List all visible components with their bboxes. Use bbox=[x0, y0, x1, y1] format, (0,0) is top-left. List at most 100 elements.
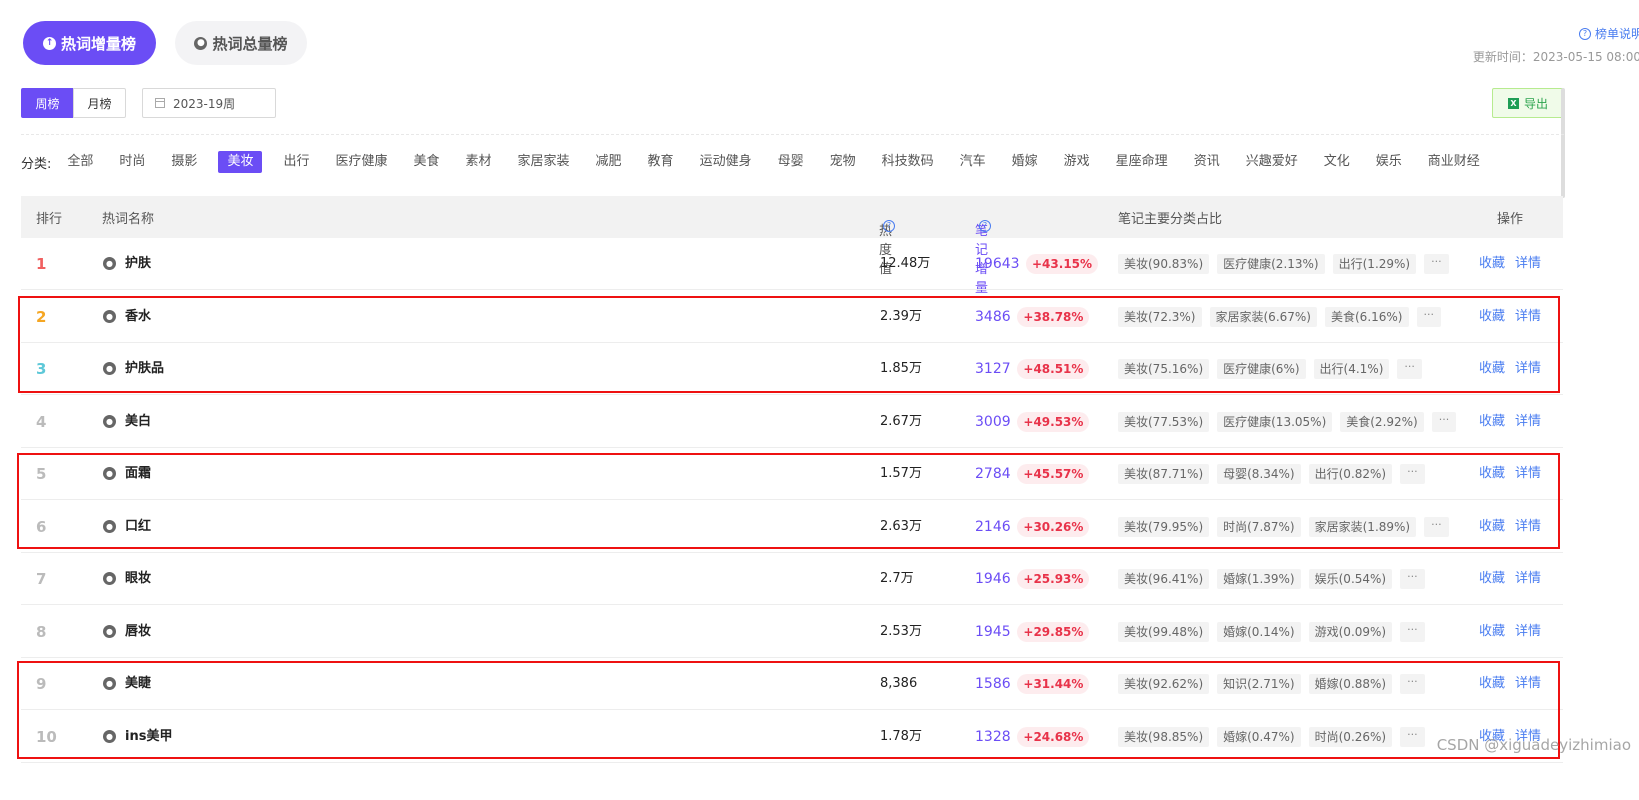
category-share-list: 美妆(90.83%) 医疗健康(2.13%) 出行(1.29%) ··· bbox=[1118, 254, 1449, 274]
category-item[interactable]: 摄影 bbox=[166, 151, 202, 173]
more-tags-button[interactable]: ··· bbox=[1431, 411, 1457, 432]
category-share-tag: 出行(1.29%) bbox=[1332, 254, 1417, 274]
category-share-tag: 美食(2.92%) bbox=[1340, 411, 1424, 432]
category-share-list: 美妆(77.53%) 医疗健康(13.05%) 美食(2.92%) ··· bbox=[1118, 411, 1457, 432]
table-row: 4 ● 美白 2.67万 3009 +49.53% 美妆(77.53%) 医疗健康(13.05… bbox=[21, 396, 1563, 448]
calendar-icon bbox=[155, 98, 165, 108]
increment-value: 1946 bbox=[975, 571, 1011, 587]
category-share-tag: 医疗健康(2.13%) bbox=[1217, 254, 1325, 274]
export-button[interactable]: X 导出 bbox=[1492, 88, 1564, 118]
category-share-tag: 美妆(99.48%) bbox=[1118, 621, 1210, 642]
category-share-tag: 婚嫁(1.39%) bbox=[1217, 569, 1301, 589]
category-item[interactable]: 婚嫁 bbox=[1007, 151, 1043, 173]
rank-number: 8 bbox=[36, 622, 47, 641]
category-label: 分类: bbox=[21, 156, 52, 172]
header-rank: 排行 bbox=[36, 212, 63, 227]
divider bbox=[21, 134, 1564, 135]
category-item[interactable]: 文化 bbox=[1319, 151, 1355, 173]
detail-button[interactable]: 详情 bbox=[1515, 606, 1541, 658]
more-tags-button[interactable]: ··· bbox=[1400, 621, 1425, 642]
export-label: 导出 bbox=[1523, 96, 1548, 111]
keyword-link[interactable]: 护肤 bbox=[125, 238, 151, 290]
table-row: 8 ● 唇妆 2.53万 1945 +29.85% 美妆(99.48%) 婚嫁(0.14%) 游… bbox=[21, 606, 1563, 658]
category-item[interactable]: 教育 bbox=[643, 151, 679, 173]
category-item[interactable]: 美食 bbox=[408, 151, 444, 173]
highlight-box bbox=[17, 453, 1560, 549]
more-tags-button[interactable]: ··· bbox=[1424, 254, 1449, 274]
category-share-list: 美妆(96.41%) 婚嫁(1.39%) 娱乐(0.54%) ··· bbox=[1118, 569, 1425, 589]
category-item[interactable]: 游戏 bbox=[1059, 151, 1095, 173]
heat-value: 2.53万 bbox=[880, 623, 922, 639]
increment-value: 1945 bbox=[975, 623, 1011, 640]
table-header: 排行 热词名称 热度值? 笔记增量? 笔记主要分类占比 操作 bbox=[21, 196, 1563, 296]
header-action: 操作 bbox=[1497, 212, 1524, 227]
heat-value: 2.67万 bbox=[880, 413, 922, 429]
category-item[interactable]: 全部 bbox=[62, 151, 98, 173]
rank-number: 4 bbox=[36, 412, 47, 431]
category-item[interactable]: 医疗健康 bbox=[330, 151, 392, 173]
scrollbar-thumb[interactable] bbox=[1561, 88, 1565, 198]
increment-value: 19643 bbox=[975, 256, 1020, 272]
category-share-tag: 医疗健康(13.05%) bbox=[1217, 411, 1333, 432]
question-icon: ? bbox=[883, 220, 895, 232]
table-row: 1 ● 护肤 12.48万 19643 +43.15% 美妆(90.83%) 医疗健康(2.1… bbox=[21, 238, 1563, 290]
tab-hot-total[interactable]: ● 热词总量榜 bbox=[175, 21, 307, 65]
more-tags-button[interactable]: ··· bbox=[1400, 569, 1425, 589]
category-item[interactable]: 资讯 bbox=[1189, 151, 1225, 173]
explain-label: 榜单说明 bbox=[1594, 27, 1639, 41]
update-time: 更新时间：2023-05-15 08:00 bbox=[1472, 50, 1639, 64]
category-item[interactable]: 宠物 bbox=[825, 151, 861, 173]
keyword-link[interactable]: 眼妆 bbox=[125, 553, 151, 605]
category-item[interactable]: 出行 bbox=[278, 151, 314, 173]
category-share-tag: 娱乐(0.54%) bbox=[1308, 569, 1393, 589]
category-share-tag: 游戏(0.09%) bbox=[1308, 621, 1393, 642]
category-item[interactable]: 时尚 bbox=[114, 151, 150, 173]
growth-badge: +29.85% bbox=[1017, 621, 1090, 642]
category-item[interactable]: 星座命理 bbox=[1111, 151, 1173, 173]
highlight-box bbox=[17, 661, 1560, 759]
category-item[interactable]: 美妆 bbox=[218, 151, 263, 173]
rank-number: 7 bbox=[36, 570, 47, 588]
tab-hot-increment[interactable]: ↑ 热词增量榜 bbox=[23, 21, 156, 65]
category-item[interactable]: 娱乐 bbox=[1371, 151, 1407, 173]
category-item[interactable]: 家居家装 bbox=[513, 151, 575, 173]
category-item[interactable]: 汽车 bbox=[955, 151, 991, 173]
keyword-link[interactable]: 美白 bbox=[125, 396, 151, 448]
highlight-box bbox=[18, 296, 1560, 393]
week-toggle-button[interactable]: 周榜 bbox=[21, 88, 74, 118]
category-item[interactable]: 母婴 bbox=[773, 151, 809, 173]
ranking-explain-link[interactable]: ? 榜单说明 bbox=[1578, 25, 1639, 42]
question-icon: ? bbox=[979, 220, 991, 232]
detail-button[interactable]: 详情 bbox=[1515, 238, 1541, 290]
header-share: 笔记主要分类占比 bbox=[1118, 212, 1223, 227]
category-item[interactable]: 素材 bbox=[461, 151, 497, 173]
detail-button[interactable]: 详情 bbox=[1515, 396, 1541, 448]
favorite-button[interactable]: 收藏 bbox=[1479, 553, 1505, 605]
excel-icon: X bbox=[1507, 97, 1519, 109]
category-share-list: 美妆(99.48%) 婚嫁(0.14%) 游戏(0.09%) ··· bbox=[1118, 621, 1425, 642]
flame-icon: ● bbox=[103, 624, 116, 638]
category-share-tag: 婚嫁(0.14%) bbox=[1217, 621, 1301, 642]
detail-button[interactable]: 详情 bbox=[1515, 553, 1541, 605]
flame-icon: ● bbox=[103, 257, 116, 270]
flame-icon: ● bbox=[103, 572, 116, 585]
keyword-link[interactable]: 唇妆 bbox=[125, 606, 151, 658]
category-item[interactable]: 运动健身 bbox=[695, 151, 757, 173]
growth-badge: +43.15% bbox=[1026, 254, 1099, 274]
flame-icon: ● bbox=[103, 414, 116, 428]
category-item[interactable]: 科技数码 bbox=[877, 151, 939, 173]
week-picker[interactable]: 2023-19周 bbox=[142, 88, 276, 118]
flame-icon: ● bbox=[194, 36, 208, 50]
category-item[interactable]: 商业财经 bbox=[1423, 151, 1485, 173]
category-filter: 分类: 全部 时尚 摄影 美妆 出行 医疗健康 美食 素材 家居家装 减肥 教育 运动健身 母婴 宠物 科技… bbox=[21, 150, 1501, 174]
favorite-button[interactable]: 收藏 bbox=[1479, 606, 1505, 658]
month-toggle-button[interactable]: 月榜 bbox=[73, 88, 126, 118]
tab-label: 热词增量榜 bbox=[60, 34, 136, 53]
category-item[interactable]: 兴趣爱好 bbox=[1241, 151, 1303, 173]
favorite-button[interactable]: 收藏 bbox=[1479, 396, 1505, 448]
week-picker-value: 2023-19周 bbox=[173, 96, 236, 111]
favorite-button[interactable]: 收藏 bbox=[1479, 238, 1505, 290]
increment-value: 3009 bbox=[975, 413, 1011, 430]
category-item[interactable]: 减肥 bbox=[591, 151, 627, 173]
tab-label: 热词总量榜 bbox=[212, 34, 288, 53]
